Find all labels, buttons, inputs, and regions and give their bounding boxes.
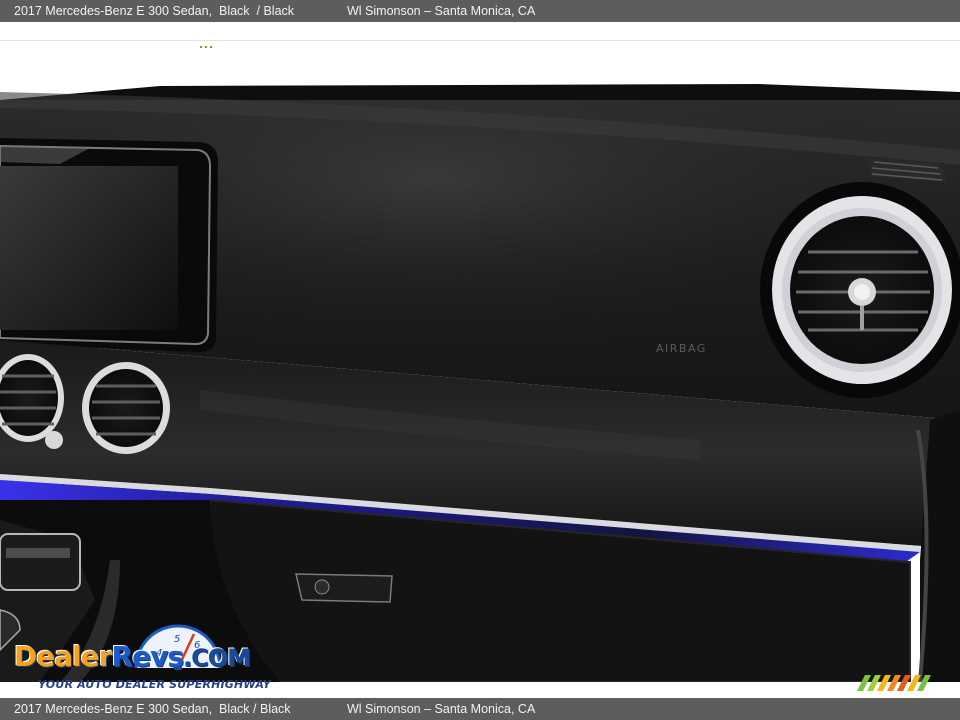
airbag-label: AIRBAG [656,342,707,355]
thumbnail-dots [200,46,212,48]
logo-part: Dealer [14,640,113,673]
divider [0,40,960,41]
bottom-caption-bar: 2017 Mercedes-Benz E 300 Sedan, Black / … [0,698,960,720]
tagline: YOUR AUTO DEALER SUPERHIGHWAY [38,678,271,691]
logo-part: .COM [183,644,251,672]
dashboard-photo [0,80,960,682]
top-caption-bar: 2017 Mercedes-Benz E 300 Sedan, Black / … [0,0,960,22]
center-vent-left [0,354,64,449]
dealer-badge-icon [857,675,931,691]
dealerrevs-logo: DealerRevs.COM [14,640,251,673]
vehicle-title-footer: 2017 Mercedes-Benz E 300 Sedan, Black / … [14,702,291,716]
dash-vent-right [760,182,960,398]
dealer-name: Wl Simonson – Santa Monica, CA [347,4,536,18]
vehicle-title: 2017 Mercedes-Benz E 300 Sedan, Black / … [14,4,295,18]
center-vent-right [82,362,170,454]
logo-part: Revs [111,640,184,673]
photo-top-margin [0,22,960,88]
dealerrevs-watermark: 456 DealerRevs.COM YOUR AUTO DEALER SUPE… [8,620,278,694]
dealer-name-footer: Wl Simonson – Santa Monica, CA [347,702,536,716]
